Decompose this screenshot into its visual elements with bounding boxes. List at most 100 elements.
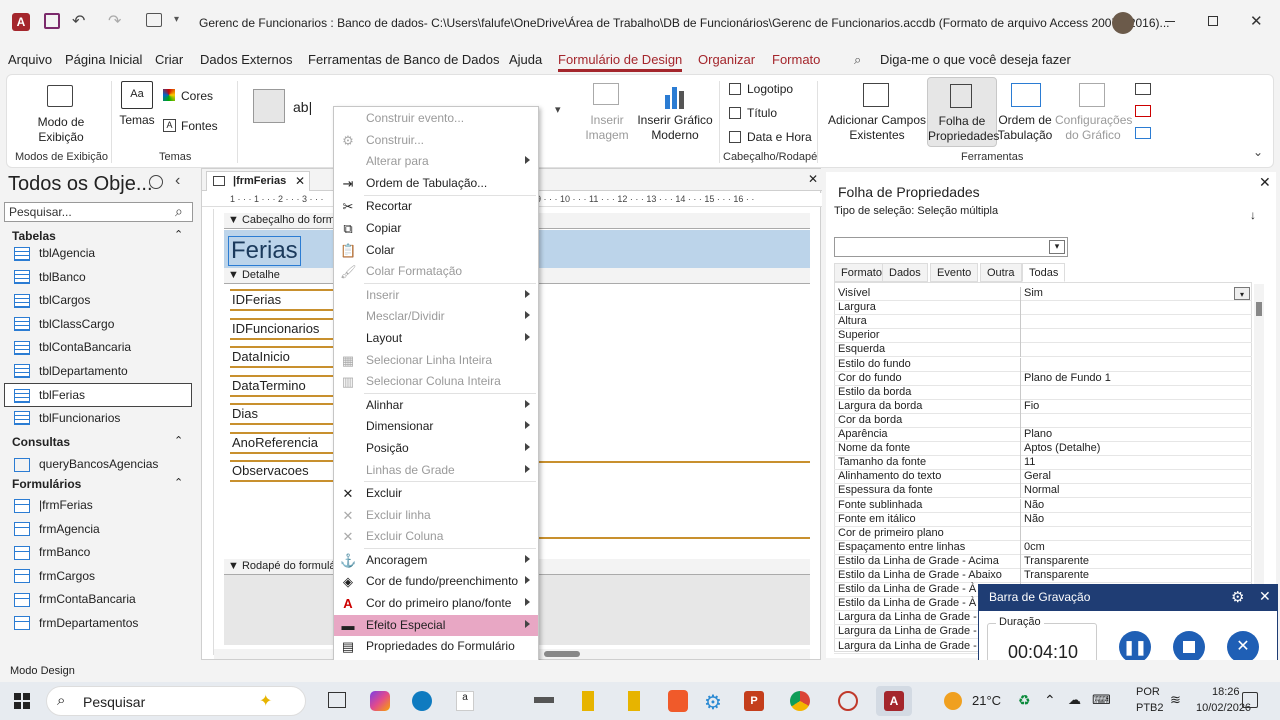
property-row[interactable]: Estilo da borda [834,385,1252,400]
select-pointer-icon[interactable] [253,89,285,123]
property-row[interactable]: Espaçamento entre linhas 0cm [834,540,1252,555]
chart-settings-label-1[interactable]: Configurações [1055,113,1132,128]
app-icon[interactable] [534,697,554,703]
clock-time[interactable]: 18:26 [1212,686,1240,698]
subform-icon[interactable] [1135,83,1151,95]
collapse-icon[interactable]: ⌃ [174,434,183,447]
nav-query-item[interactable]: queryBancosAgencias [14,457,158,472]
nav-form-item[interactable]: frmCargos [14,569,95,584]
property-value[interactable]: 11 [1024,456,1035,469]
logo-button[interactable]: Logotipo [747,82,793,97]
form-field-control[interactable]: Dias [230,403,338,425]
menu-formato[interactable]: Formato [772,52,820,67]
tray-icon[interactable]: ♻ [1018,692,1031,709]
context-item[interactable]: ◈ Cor de fundo/preenchimento [334,571,538,592]
code-icon[interactable] [1135,105,1151,117]
tell-me-input[interactable]: Diga-me o que você deseja fazer [880,52,1071,67]
themes-button[interactable]: Temas [117,113,157,128]
customize-toolbar-icon[interactable]: ▾ [174,14,179,25]
nav-form-item[interactable]: frmDepartamentos [14,616,138,631]
property-value[interactable]: Plano de Fundo 1 [1024,372,1111,385]
selection-combo[interactable]: ▾ [834,237,1068,257]
gallery-more-icon[interactable]: ▾ [555,103,561,116]
tab-order-label-2[interactable]: Tabulação [997,128,1053,143]
insert-image-label-1[interactable]: Inserir [577,113,637,128]
menu-arquivo[interactable]: Arquivo [8,52,52,67]
context-item[interactable]: A Cor do primeiro plano/fonte [334,593,538,614]
menu-dados-externos[interactable]: Dados Externos [200,52,293,67]
nav-menu-icon[interactable] [149,175,163,189]
lang-layout[interactable]: PTB2 [1136,702,1164,714]
context-item[interactable]: Construir evento... [334,108,538,129]
property-row[interactable]: Visível Sim ▾ [834,287,1252,301]
nav-title[interactable]: Todos os Obje... [8,173,153,196]
title-button[interactable]: Título [747,106,777,121]
nav-form-item[interactable]: |frmFerias [14,498,93,513]
avatar[interactable] [1112,12,1134,34]
property-row[interactable]: Aparência Plano [834,428,1252,442]
gear-icon[interactable]: ⚙ [1231,588,1244,606]
tab-order-label-1[interactable]: Ordem de [997,113,1053,128]
copilot-app-icon[interactable] [370,691,390,711]
nav-table-item[interactable]: tblFuncionarios [14,411,120,426]
undo-icon[interactable]: ↶ [72,11,85,31]
context-item[interactable]: Posição [334,438,538,459]
weather-temp[interactable]: 21°C [972,693,1001,708]
access-taskbar-button[interactable]: A [876,686,912,716]
context-item[interactable]: ▬ Efeito Especial [334,614,538,636]
property-row[interactable]: Cor de primeiro plano [834,526,1252,541]
context-item[interactable]: ✕ Excluir [334,483,538,504]
property-row[interactable]: Cor do fundo Plano de Fundo 1 [834,371,1252,386]
powerpoint-icon[interactable]: P [744,691,764,711]
close-tab-icon[interactable]: ✕ [295,174,305,188]
form-field-control[interactable]: DataInicio [230,346,338,368]
context-item[interactable]: ▤ Propriedades do Formulário [334,636,538,657]
nav-form-item[interactable]: frmAgencia [14,522,100,537]
context-item[interactable]: ✕ Excluir linha [334,505,538,526]
pause-button[interactable]: ❚❚ [1119,631,1151,663]
form-field-control[interactable]: DataTermino [230,374,338,397]
property-value[interactable]: Não [1024,499,1044,512]
cancel-button[interactable]: ✕ [1227,631,1259,663]
lang-code[interactable]: POR [1136,686,1160,698]
scroll-thumb[interactable] [544,651,580,657]
property-tab[interactable]: Evento [930,263,979,282]
context-item[interactable]: ⚓ Ancoragem [334,550,538,571]
context-item[interactable]: 📋 Colar [334,240,538,261]
property-row[interactable]: Fonte sublinhada Não [834,498,1252,513]
folder-icon[interactable] [628,691,640,711]
property-sheet-button[interactable]: Folha de Propriedades [927,77,999,147]
menu-criar[interactable]: Criar [155,52,183,67]
property-value[interactable]: 0cm [1024,541,1045,554]
property-row[interactable]: Nome da fonte Aptos (Detalhe) [834,442,1252,457]
context-item[interactable]: Mesclar/Dividir [334,306,538,327]
property-tab[interactable]: Outra [980,263,1022,282]
section-tabelas[interactable]: Tabelas [12,229,56,243]
add-fields-label-2[interactable]: Existentes [825,128,929,143]
menu-pagina-inicial[interactable]: Página Inicial [65,52,142,67]
nav-form-item[interactable]: frmBanco [14,545,90,560]
context-item[interactable]: ▦ Selecionar Linha Inteira [334,350,538,371]
search-icon[interactable]: ⌕ [175,203,183,220]
chart-settings-label-2[interactable]: do Gráfico [1055,128,1131,143]
cloud-icon[interactable]: ☁ [1068,692,1081,708]
menu-formulario-design[interactable]: Formulário de Design [558,52,683,72]
property-tab[interactable]: Formato [834,263,889,282]
property-tab[interactable]: Dados [882,263,928,282]
context-item[interactable]: Alterar para [334,151,538,172]
property-value[interactable]: Normal [1024,484,1059,497]
property-value[interactable]: Fio [1024,400,1039,413]
sort-icon[interactable]: ↓ [1250,208,1256,222]
nav-table-item[interactable]: tblClassCargo [14,317,114,332]
taskbar-search[interactable]: ⌕ Pesquisar ✦ [46,686,306,716]
nav-table-item[interactable]: tblAgencia [14,246,95,261]
chevron-down-icon[interactable]: ▾ [1049,240,1065,254]
nav-table-item[interactable]: tblFerias [4,383,192,407]
insert-image-label-2[interactable]: Imagem [577,128,637,143]
menu-organizar[interactable]: Organizar [698,52,755,67]
form-field-control[interactable]: AnoReferencia [230,431,338,454]
property-value[interactable]: Transparente [1024,555,1089,568]
fonts-button[interactable]: Fontes [181,119,218,134]
keyboard-icon[interactable]: ⌨ [1092,692,1111,708]
chevron-down-icon[interactable]: ▾ [1234,287,1250,300]
